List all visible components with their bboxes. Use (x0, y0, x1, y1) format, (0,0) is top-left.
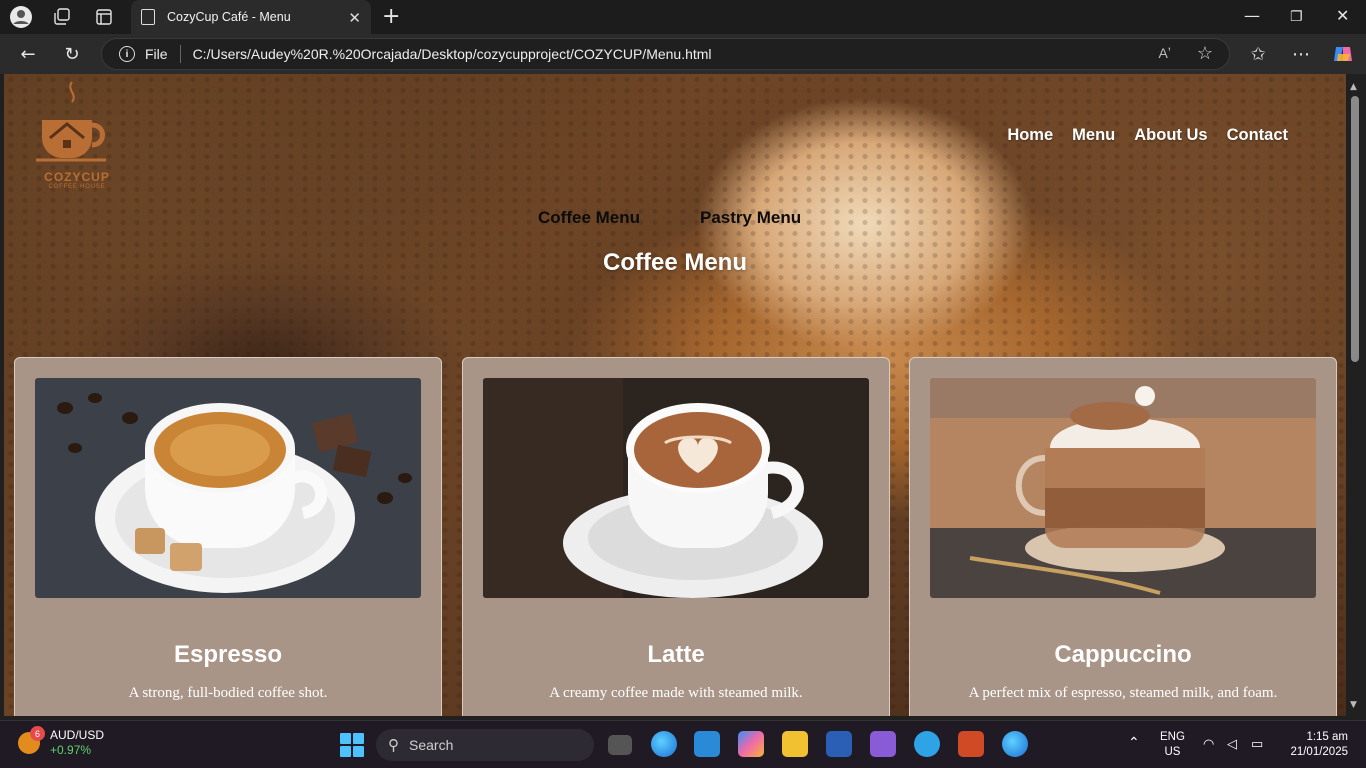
favorites-icon[interactable]: ✩ (1246, 42, 1270, 66)
widget-title: AUD/USD (50, 728, 105, 742)
product-card-espresso[interactable]: Espresso A strong, full-bodied coffee sh… (14, 357, 442, 716)
nav-home[interactable]: Home (1007, 126, 1053, 145)
close-tab-icon[interactable]: ✕ (348, 9, 361, 27)
language-indicator[interactable]: ENG US (1160, 730, 1185, 760)
scroll-up-icon[interactable]: ▲ (1350, 82, 1357, 92)
favorite-star-icon[interactable]: ☆ (1197, 43, 1213, 64)
powerpoint-icon[interactable] (958, 731, 984, 757)
site-info-icon[interactable]: i (119, 46, 135, 62)
volume-icon[interactable]: ◁ (1227, 736, 1237, 751)
page-viewport: COZYCUP COFFEE HOUSE Home Menu About Us … (4, 74, 1346, 716)
main-nav: Home Menu About Us Contact (1007, 126, 1288, 145)
profile-icon[interactable] (9, 5, 33, 29)
help-icon[interactable] (914, 731, 940, 757)
widgets-button[interactable]: 6 AUD/USD +0.97% (18, 726, 105, 758)
nav-menu[interactable]: Menu (1072, 126, 1115, 145)
menu-category-tabs: Coffee Menu Pastry Menu (538, 208, 801, 228)
browser-toolbar: ← ↻ i File C:/Users/Audey%20R.%20Orcajad… (0, 34, 1366, 74)
site-logo[interactable]: COZYCUP COFFEE HOUSE (32, 80, 122, 192)
tab-coffee-menu[interactable]: Coffee Menu (538, 208, 640, 228)
visual-studio-icon[interactable] (870, 731, 896, 757)
product-description: A strong, full-bodied coffee shot. (128, 685, 328, 701)
tab-title: CozyCup Café - Menu (167, 10, 291, 24)
task-view-icon[interactable] (608, 735, 632, 755)
address-separator (179, 45, 181, 63)
start-button[interactable] (340, 733, 364, 757)
widget-badge: 6 (30, 726, 45, 741)
cup-logo-icon (36, 81, 106, 162)
clock-time: 1:15 am (1306, 731, 1348, 743)
minimize-icon[interactable]: — (1244, 6, 1260, 25)
show-hidden-icons[interactable]: ⌃ (1128, 735, 1140, 750)
product-card-cappuccino[interactable]: Cappuccino A perfect mix of espresso, st… (909, 357, 1337, 716)
battery-icon[interactable]: ▭ (1251, 736, 1263, 751)
refresh-icon[interactable]: ↻ (60, 42, 84, 66)
more-options-icon[interactable]: ⋯ (1289, 42, 1313, 66)
nav-contact[interactable]: Contact (1227, 126, 1288, 145)
browser-tab-active[interactable]: CozyCup Café - Menu ✕ (131, 0, 371, 34)
page-scrollbar[interactable]: ▲ ▼ (1346, 74, 1366, 716)
espresso-photo (35, 378, 421, 598)
workspaces-icon[interactable] (50, 5, 74, 29)
section-title: Coffee Menu (603, 249, 747, 276)
language-code: ENG (1160, 731, 1185, 743)
language-region: US (1164, 746, 1181, 758)
product-description: A creamy coffee made with steamed milk. (549, 685, 803, 701)
widget-change: +0.97% (50, 743, 92, 757)
product-description: A perfect mix of espresso, steamed milk,… (968, 685, 1278, 701)
back-icon[interactable]: ← (16, 42, 40, 66)
edge-browser-icon[interactable] (651, 731, 677, 757)
taskbar-search[interactable]: ⚲ Search (376, 729, 594, 761)
nav-about-us[interactable]: About Us (1134, 126, 1207, 145)
cappuccino-photo (930, 378, 1316, 598)
widget-icon: 6 (18, 726, 45, 754)
clock-date: 21/01/2025 (1290, 746, 1348, 758)
wifi-icon[interactable]: ◠ (1203, 736, 1214, 751)
browser-tab-bar: CozyCup Café - Menu ✕ + — ❐ ✕ (0, 0, 1366, 34)
copilot-icon[interactable] (1331, 42, 1355, 66)
address-bar[interactable]: i File C:/Users/Audey%20R.%20Orcajada/De… (101, 38, 1230, 70)
vscode-icon[interactable] (694, 731, 720, 757)
logo-brand-text: COZYCUP (44, 170, 110, 184)
file-explorer-icon[interactable] (782, 731, 808, 757)
clock[interactable]: 1:15 am 21/01/2025 (1284, 730, 1348, 760)
address-scheme: File (145, 46, 168, 62)
read-aloud-icon[interactable]: Aʼ (1159, 45, 1171, 61)
search-placeholder: Search (409, 737, 454, 753)
new-tab-icon[interactable]: + (382, 4, 400, 29)
search-icon: ⚲ (388, 737, 399, 754)
restore-icon[interactable]: ❐ (1290, 9, 1303, 25)
document-icon (141, 9, 155, 25)
logo-subtitle: COFFEE HOUSE (48, 184, 106, 190)
edge-active-icon[interactable] (1002, 731, 1028, 757)
product-card-latte[interactable]: Latte A creamy coffee made with steamed … (462, 357, 890, 716)
scrollbar-thumb[interactable] (1351, 96, 1359, 362)
scroll-down-icon[interactable]: ▼ (1350, 700, 1357, 710)
product-name: Cappuccino (1054, 641, 1192, 668)
word-icon[interactable] (826, 731, 852, 757)
taskbar: 6 AUD/USD +0.97% ⚲ Search ⌃ ENG US ◠ ◁ ▭… (0, 720, 1366, 768)
tab-actions-icon[interactable] (92, 5, 116, 29)
latte-photo (483, 378, 869, 598)
product-name: Latte (647, 641, 705, 668)
address-url[interactable]: C:/Users/Audey%20R.%20Orcajada/Desktop/c… (193, 46, 712, 62)
tab-pastry-menu[interactable]: Pastry Menu (700, 208, 801, 228)
product-name: Espresso (173, 641, 283, 668)
copilot-app-icon[interactable] (738, 731, 764, 757)
window-close-icon[interactable]: ✕ (1336, 6, 1349, 25)
